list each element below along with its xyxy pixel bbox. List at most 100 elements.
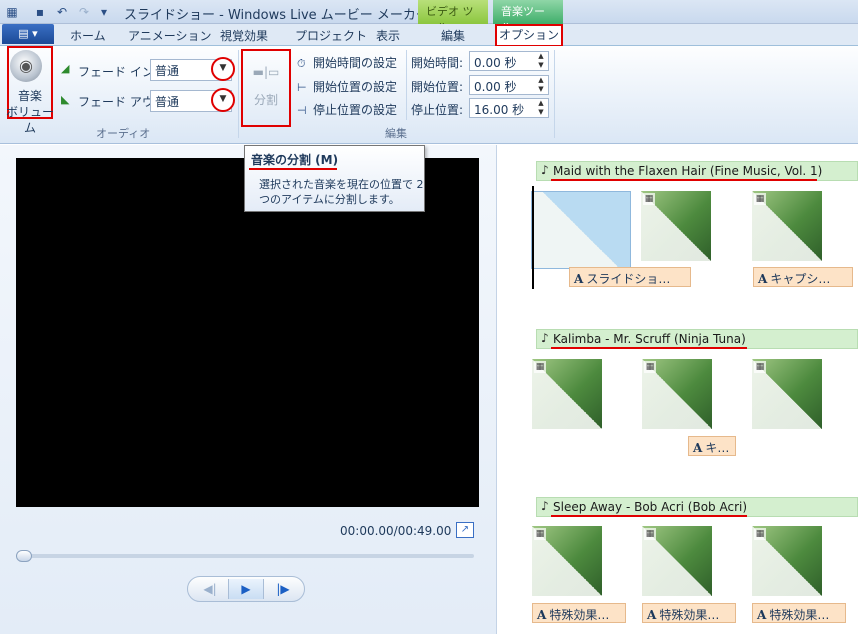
tooltip-title-highlight: [249, 168, 337, 170]
music-track-3[interactable]: ♪ Sleep Away - Bob Acri (Bob Acri): [536, 497, 858, 517]
previous-frame-icon[interactable]: ◀|: [192, 579, 228, 599]
save-icon[interactable]: ▪: [32, 4, 48, 20]
music-note-icon: ♪: [541, 499, 549, 513]
ribbon-tabs: ▤ ▾ ホーム アニメーション 視覚効果 プロジェクト 表示 編集 オプション: [0, 24, 858, 47]
music-note-icon: ♪: [541, 331, 549, 345]
caption-item[interactable]: A 特殊効果…: [532, 603, 626, 623]
spinner-icon[interactable]: ▲ ▼: [536, 76, 546, 94]
start-point-input[interactable]: 0.00 秒 ▲ ▼: [469, 75, 549, 95]
transition-icon: ▦: [754, 528, 766, 540]
playback-cursor[interactable]: [532, 186, 534, 289]
tooltip-title: 音楽の分割 (M): [251, 153, 339, 167]
fade-in-icon: ◢: [61, 62, 70, 75]
music-volume-button[interactable]: 音楽 ボリューム: [4, 88, 56, 136]
redo-icon[interactable]: ↷: [76, 4, 92, 20]
tab-options[interactable]: オプション: [495, 24, 563, 47]
transition-icon: ▦: [754, 361, 766, 373]
spinner-icon[interactable]: ▲ ▼: [536, 52, 546, 70]
playback-time: 00:00.00/00:49.00: [340, 524, 452, 538]
fade-out-icon: ◣: [61, 93, 70, 106]
spinner-icon[interactable]: ▲ ▼: [536, 99, 546, 117]
edit-group-label: 編集: [385, 127, 407, 140]
track-name: Sleep Away - Bob Acri (Bob Acri): [553, 500, 748, 514]
group-divider: [406, 50, 407, 120]
tab-project[interactable]: プロジェクト: [295, 27, 367, 44]
seek-handle[interactable]: [16, 550, 32, 562]
set-end-point-button[interactable]: ⊣ 停止位置の設定: [297, 101, 397, 118]
clip-thumbnail[interactable]: ▦: [752, 191, 822, 261]
playback-controls: ◀| ▶ |▶: [187, 576, 305, 602]
set-start-time-button[interactable]: ⏱ 開始時間の設定: [297, 54, 397, 71]
tab-animation[interactable]: アニメーション: [128, 27, 212, 44]
transition-overlay: [532, 192, 630, 268]
transition-icon: ▦: [644, 528, 656, 540]
preview-pane: 00:00.00/00:49.00 ↗ ◀| ▶ |▶: [0, 145, 497, 634]
caption-item[interactable]: A スライドショ…: [569, 267, 691, 287]
audio-group-label: オーディオ: [96, 127, 151, 140]
app-icon[interactable]: ▦: [4, 4, 20, 20]
tab-view[interactable]: 表示: [376, 27, 400, 44]
end-point-label: 停止位置:: [411, 103, 464, 117]
fade-in-label: フェード イン:: [78, 65, 158, 79]
end-point-input[interactable]: 16.00 秒 ▲ ▼: [469, 98, 549, 118]
file-menu-button[interactable]: ▤ ▾: [2, 24, 54, 44]
tab-edit[interactable]: 編集: [441, 27, 465, 44]
track-name: Maid with the Flaxen Hair (Fine Music, V…: [553, 164, 823, 178]
text-icon: A: [647, 608, 657, 622]
clip-thumbnail[interactable]: ▦: [642, 526, 712, 596]
start-point-label: 開始位置:: [411, 80, 464, 94]
music-tools-context-tab: 音楽ツール: [493, 0, 563, 34]
clip-thumbnail[interactable]: ▦: [532, 526, 602, 596]
tooltip-body: 選択された音楽を現在の位置で 2 つのアイテムに分割します。: [259, 178, 424, 206]
start-time-input[interactable]: 0.00 秒 ▲ ▼: [469, 51, 549, 71]
seek-bar[interactable]: [16, 550, 474, 562]
caption-item[interactable]: A キャプシ…: [753, 267, 853, 287]
text-icon: A: [693, 441, 703, 455]
clip-thumbnail[interactable]: [531, 191, 631, 269]
chevron-down-icon[interactable]: ▼: [211, 57, 235, 81]
fade-in-value: 普通: [155, 64, 180, 78]
set-start-point-button[interactable]: ⊢ 開始位置の設定: [297, 78, 397, 95]
music-note-icon: ♪: [541, 163, 549, 177]
track-highlight: [551, 515, 747, 517]
start-point-icon: ⊢: [297, 81, 307, 94]
caption-item[interactable]: A 特殊効果…: [642, 603, 736, 623]
next-frame-icon[interactable]: |▶: [265, 579, 301, 599]
split-button[interactable]: ▬|▭ 分割: [241, 49, 291, 127]
tab-home[interactable]: ホーム: [70, 27, 106, 44]
clip-thumbnail[interactable]: ▦: [532, 359, 602, 429]
transition-icon: ▦: [644, 361, 656, 373]
clip-thumbnail[interactable]: ▦: [752, 526, 822, 596]
clip-thumbnail[interactable]: ▦: [752, 359, 822, 429]
speaker-icon[interactable]: ◉: [10, 50, 42, 82]
transition-icon: ▦: [643, 193, 655, 205]
chevron-down-icon[interactable]: ▼: [211, 88, 235, 112]
track-name: Kalimba - Mr. Scruff (Ninja Tuna): [553, 332, 746, 346]
text-icon: A: [758, 272, 768, 286]
music-track-2[interactable]: ♪ Kalimba - Mr. Scruff (Ninja Tuna): [536, 329, 858, 349]
caption-item[interactable]: A 特殊効果…: [752, 603, 846, 623]
clip-thumbnail[interactable]: ▦: [641, 191, 711, 261]
fade-out-select[interactable]: 普通 ▼: [150, 88, 235, 112]
fade-out-value: 普通: [155, 95, 180, 109]
end-point-icon: ⊣: [297, 104, 307, 117]
text-icon: A: [537, 608, 547, 622]
fullscreen-icon[interactable]: ↗: [456, 522, 474, 538]
fade-in-select[interactable]: 普通 ▼: [150, 57, 235, 81]
split-tooltip: 音楽の分割 (M) 選択された音楽を現在の位置で 2 つのアイテムに分割します。: [244, 145, 425, 212]
tab-visual-effects[interactable]: 視覚効果: [220, 27, 268, 44]
split-icon: ▬|▭: [252, 65, 280, 79]
music-track-1[interactable]: ♪ Maid with the Flaxen Hair (Fine Music,…: [536, 161, 858, 181]
play-icon[interactable]: ▶: [228, 579, 264, 599]
video-tools-context-tab: ビデオ ツール: [418, 0, 488, 34]
caption-item[interactable]: A キ…: [688, 436, 736, 456]
track-highlight: [551, 347, 747, 349]
track-highlight: [551, 179, 817, 181]
customize-toolbar-icon[interactable]: ▾: [96, 4, 112, 20]
undo-icon[interactable]: ↶: [54, 4, 70, 20]
storyboard: ♪ Maid with the Flaxen Hair (Fine Music,…: [499, 145, 858, 634]
split-label: 分割: [253, 93, 278, 107]
clip-thumbnail[interactable]: ▦: [642, 359, 712, 429]
group-divider: [238, 50, 239, 138]
text-icon: A: [574, 272, 584, 286]
